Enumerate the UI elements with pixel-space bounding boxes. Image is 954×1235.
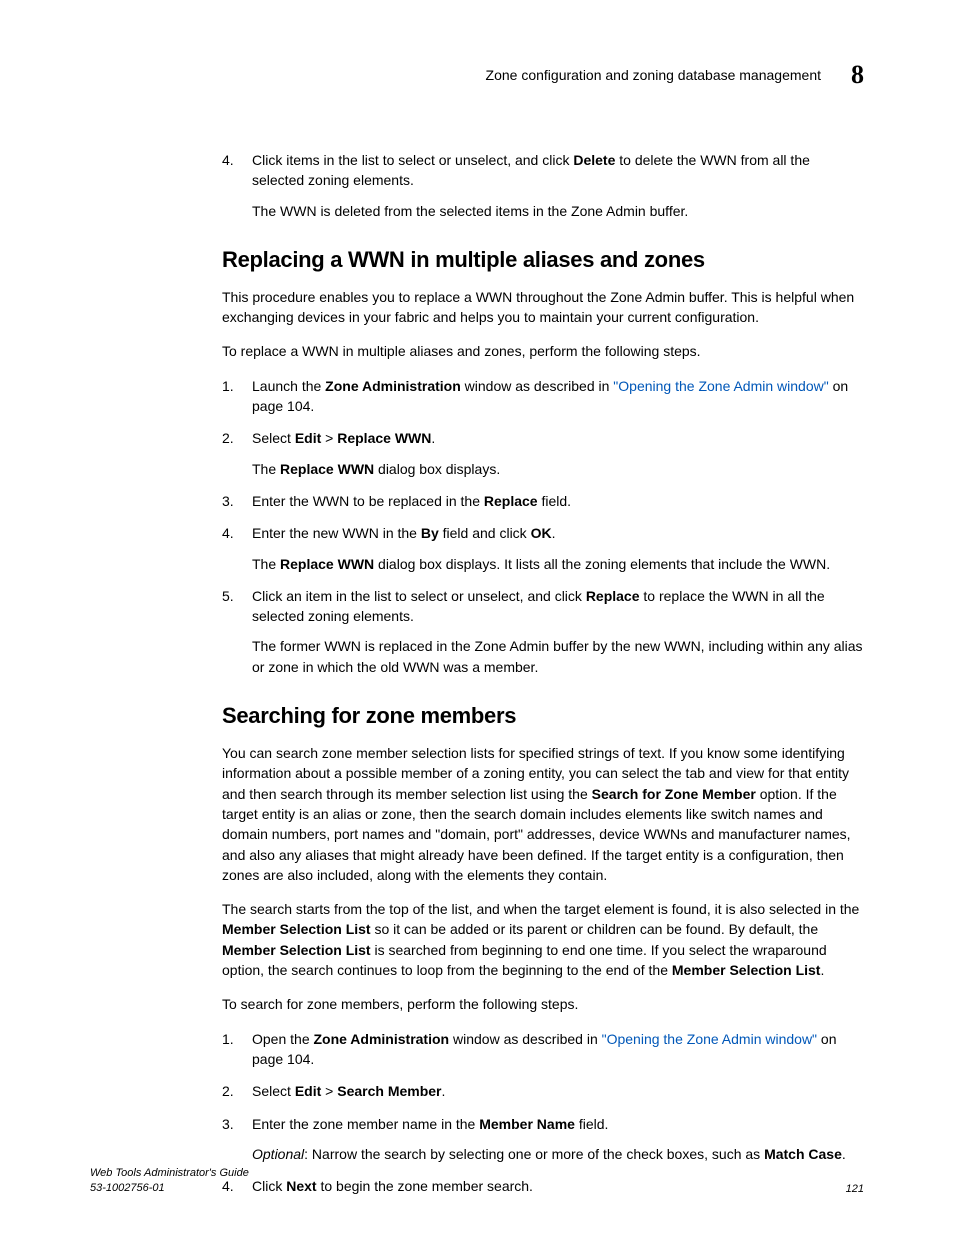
- ui-label: Search Member: [337, 1083, 441, 1099]
- list-item: 4. Click items in the list to select or …: [90, 150, 864, 221]
- text: The: [252, 461, 280, 477]
- step-subtext: Optional: Narrow the search by selecting…: [252, 1144, 864, 1164]
- ui-label: Replace: [586, 588, 640, 604]
- ui-label: Member Name: [479, 1116, 575, 1132]
- step-text: .: [442, 1083, 446, 1099]
- step-subtext: The Replace WWN dialog box displays. It …: [252, 554, 864, 574]
- step-text: .: [552, 525, 556, 541]
- step-text: Launch the: [252, 378, 325, 394]
- ui-label: Edit: [295, 1083, 321, 1099]
- text: The search starts from the top of the li…: [222, 901, 859, 917]
- step-text: Select: [252, 430, 295, 446]
- ui-label: Replace: [484, 493, 538, 509]
- step-number: 2.: [222, 1081, 234, 1101]
- ui-label: Zone Administration: [325, 378, 461, 394]
- step-text: .: [431, 430, 435, 446]
- step-number: 3.: [222, 1114, 234, 1134]
- step-text: Enter the zone member name in the: [252, 1116, 479, 1132]
- ui-label: OK: [531, 525, 552, 541]
- step-number: 4.: [222, 150, 234, 170]
- ui-label: Search for Zone Member: [592, 786, 756, 802]
- step-number: 4.: [222, 523, 234, 543]
- section-heading-search-members: Searching for zone members: [222, 703, 864, 729]
- section-heading-replace-wwn: Replacing a WWN in multiple aliases and …: [222, 247, 864, 273]
- list-item: 5. Click an item in the list to select o…: [90, 586, 864, 677]
- chapter-number: 8: [851, 60, 864, 90]
- text: dialog box displays.: [374, 461, 500, 477]
- ui-label: Match Case: [764, 1146, 842, 1162]
- step-subtext: The former WWN is replaced in the Zone A…: [252, 636, 864, 677]
- footer-left: Web Tools Administrator's Guide 53-10027…: [90, 1166, 249, 1195]
- page-footer: Web Tools Administrator's Guide 53-10027…: [90, 1166, 864, 1195]
- ui-label: Replace WWN: [280, 461, 374, 477]
- footer-docnum: 53-1002756-01: [90, 1181, 249, 1195]
- step-text: Click an item in the list to select or u…: [252, 588, 586, 604]
- text: The: [252, 556, 280, 572]
- step-text: >: [321, 430, 337, 446]
- text: .: [842, 1146, 846, 1162]
- list-item: 1. Launch the Zone Administration window…: [90, 376, 864, 417]
- list-item: 3. Enter the WWN to be replaced in the R…: [90, 491, 864, 511]
- step-text: window as described in: [461, 378, 614, 394]
- list-item: 4. Enter the new WWN in the By field and…: [90, 523, 864, 574]
- paragraph: The search starts from the top of the li…: [222, 899, 864, 980]
- list-item: 2. Select Edit > Search Member.: [90, 1081, 864, 1101]
- header-title: Zone configuration and zoning database m…: [486, 67, 821, 83]
- step-number: 5.: [222, 586, 234, 606]
- paragraph: To search for zone members, perform the …: [222, 994, 864, 1014]
- ui-label: By: [421, 525, 439, 541]
- paragraph: This procedure enables you to replace a …: [222, 287, 864, 328]
- ui-label: Edit: [295, 430, 321, 446]
- step-text: field.: [575, 1116, 608, 1132]
- prev-steps-list: 4. Click items in the list to select or …: [90, 150, 864, 221]
- ui-label: Member Selection List: [222, 942, 371, 958]
- step-text: field.: [538, 493, 571, 509]
- ui-label: Replace WWN: [280, 556, 374, 572]
- list-item: 2. Select Edit > Replace WWN. The Replac…: [90, 428, 864, 479]
- step-text: Enter the WWN to be replaced in the: [252, 493, 484, 509]
- step-text: Select: [252, 1083, 295, 1099]
- text: .: [820, 962, 824, 978]
- paragraph: To replace a WWN in multiple aliases and…: [222, 341, 864, 361]
- text: : Narrow the search by selecting one or …: [304, 1146, 764, 1162]
- step-text: >: [321, 1083, 337, 1099]
- list-item: 3. Enter the zone member name in the Mem…: [90, 1114, 864, 1165]
- running-header: Zone configuration and zoning database m…: [90, 60, 864, 90]
- step-text: Open the: [252, 1031, 314, 1047]
- step-text: Click items in the list to select or uns…: [252, 152, 573, 168]
- step-subtext: The WWN is deleted from the selected ite…: [252, 201, 864, 221]
- ui-label: Zone Administration: [314, 1031, 450, 1047]
- ui-label: Member Selection List: [672, 962, 821, 978]
- step-text: window as described in: [449, 1031, 602, 1047]
- page-number: 121: [846, 1183, 864, 1195]
- ui-label: Replace WWN: [337, 430, 431, 446]
- page: Zone configuration and zoning database m…: [0, 0, 954, 1235]
- text: Optional: [252, 1146, 304, 1162]
- step-text: field and click: [439, 525, 531, 541]
- step-text: Enter the new WWN in the: [252, 525, 421, 541]
- footer-title: Web Tools Administrator's Guide: [90, 1166, 249, 1180]
- cross-reference-link[interactable]: "Opening the Zone Admin window": [613, 378, 828, 394]
- step-number: 3.: [222, 491, 234, 511]
- text: dialog box displays. It lists all the zo…: [374, 556, 830, 572]
- ui-label: Member Selection List: [222, 921, 371, 937]
- step-subtext: The Replace WWN dialog box displays.: [252, 459, 864, 479]
- paragraph: You can search zone member selection lis…: [222, 743, 864, 885]
- steps-replace-wwn: 1. Launch the Zone Administration window…: [90, 376, 864, 677]
- step-number: 1.: [222, 1029, 234, 1049]
- step-number: 2.: [222, 428, 234, 448]
- text: so it can be added or its parent or chil…: [371, 921, 819, 937]
- cross-reference-link[interactable]: "Opening the Zone Admin window": [602, 1031, 817, 1047]
- list-item: 1. Open the Zone Administration window a…: [90, 1029, 864, 1070]
- step-number: 1.: [222, 376, 234, 396]
- ui-label: Delete: [573, 152, 615, 168]
